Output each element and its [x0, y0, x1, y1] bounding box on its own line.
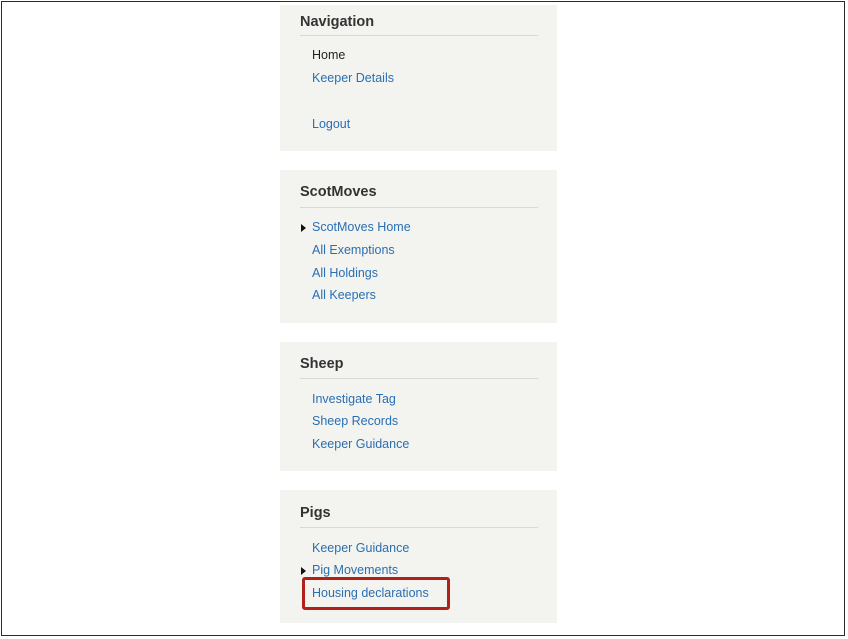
scotmoves-item-home[interactable]: ScotMoves Home	[312, 220, 411, 234]
navigation-block: Navigation Home Keeper Details Logout	[280, 5, 557, 151]
scotmoves-divider	[300, 207, 538, 208]
navigation-heading: Navigation	[300, 14, 375, 30]
pigs-divider	[300, 527, 538, 528]
navigation-divider	[300, 35, 538, 36]
sheep-divider	[300, 378, 538, 379]
scotmoves-item-exemptions[interactable]: All Exemptions	[312, 243, 395, 257]
pigs-item-pig-movements[interactable]: Pig Movements	[312, 563, 398, 577]
highlight-box	[302, 577, 450, 610]
pigs-heading: Pigs	[300, 505, 331, 521]
caret-right-icon	[301, 224, 306, 232]
pigs-item-keeper-guidance[interactable]: Keeper Guidance	[312, 541, 409, 555]
nav-item-keeper-details[interactable]: Keeper Details	[312, 71, 394, 85]
sheep-item-investigate-tag[interactable]: Investigate Tag	[312, 392, 396, 406]
sheep-block: Sheep Investigate Tag Sheep Records Keep…	[280, 342, 557, 471]
scotmoves-item-keepers[interactable]: All Keepers	[312, 288, 376, 302]
scotmoves-heading: ScotMoves	[300, 184, 377, 200]
scotmoves-item-holdings[interactable]: All Holdings	[312, 266, 378, 280]
caret-right-icon	[301, 567, 306, 575]
sheep-item-keeper-guidance[interactable]: Keeper Guidance	[312, 437, 409, 451]
scotmoves-block: ScotMoves ScotMoves Home All Exemptions …	[280, 170, 557, 323]
nav-item-logout[interactable]: Logout	[312, 117, 350, 131]
sheep-heading: Sheep	[300, 356, 344, 372]
sheep-item-sheep-records[interactable]: Sheep Records	[312, 414, 398, 428]
nav-item-home[interactable]: Home	[312, 48, 345, 62]
